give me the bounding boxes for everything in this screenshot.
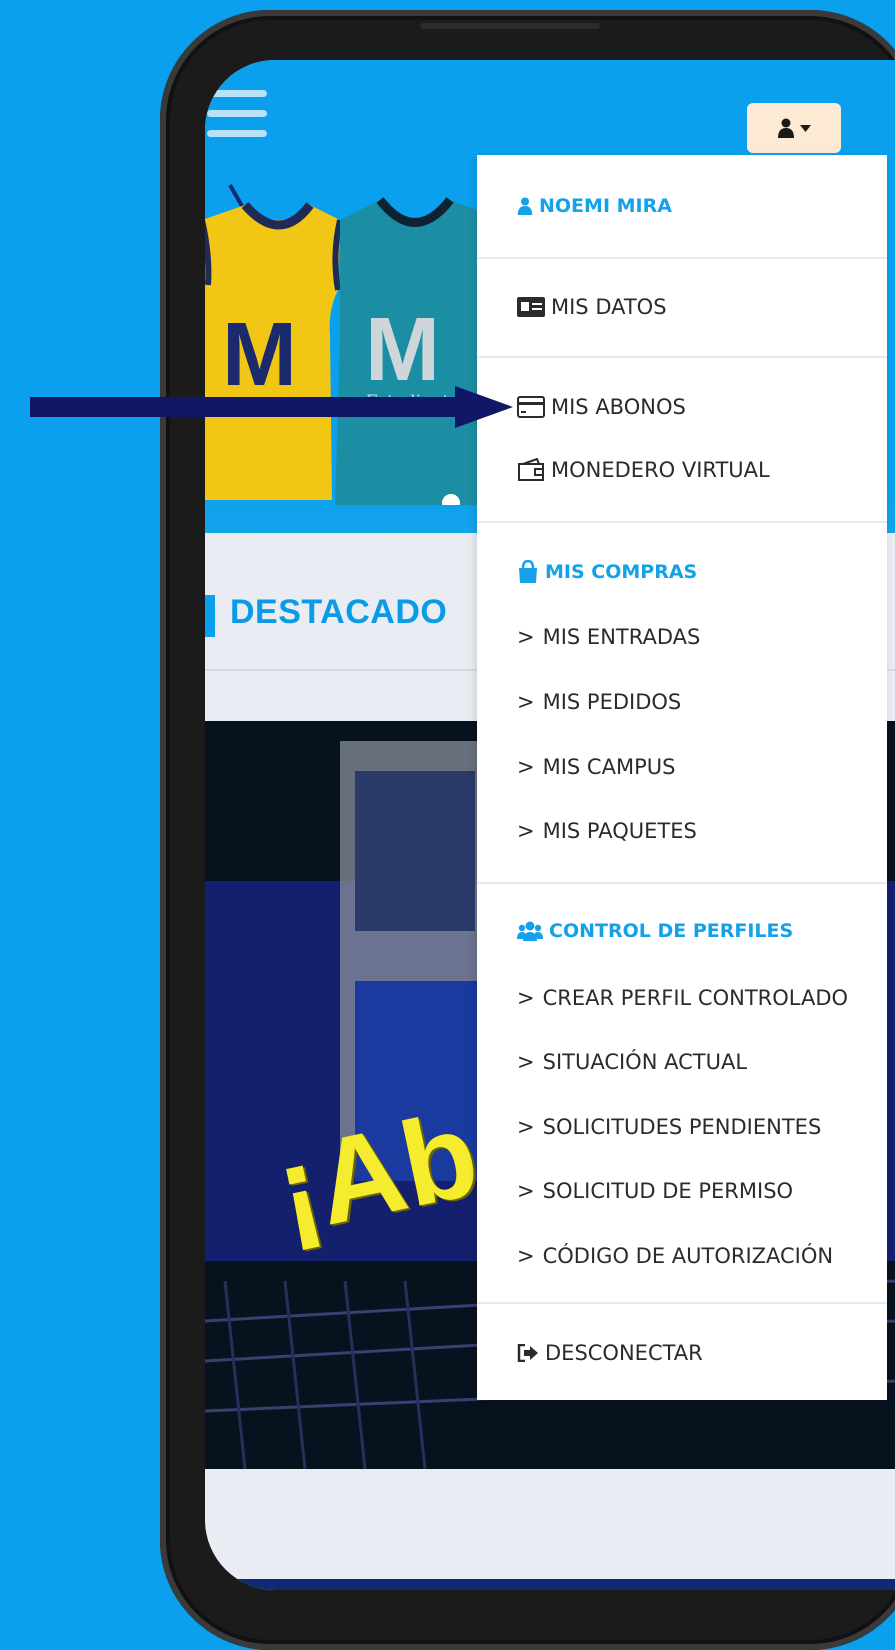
control-perfiles-label: CONTROL DE PERFILES [549, 920, 794, 942]
menu-item-mis-paquetes[interactable]: > MIS PAQUETES [517, 819, 697, 843]
menu-user-header: NOEMI MIRA [517, 195, 672, 217]
caret-down-icon [799, 124, 811, 132]
hamburger-icon[interactable] [207, 90, 267, 146]
mis-compras-label: MIS COMPRAS [545, 561, 698, 583]
mis-datos-label: MIS DATOS [551, 295, 667, 319]
menu-item-mis-campus[interactable]: > MIS CAMPUS [517, 755, 675, 779]
solicitudes-pendientes-label: SOLICITUDES PENDIENTES [542, 1115, 822, 1139]
mis-entradas-label: MIS ENTRADAS [542, 625, 701, 649]
mis-pedidos-label: MIS PEDIDOS [542, 690, 682, 714]
section-accent [205, 595, 215, 637]
mis-paquetes-label: MIS PAQUETES [542, 819, 697, 843]
menu-item-solicitudes-pendientes[interactable]: > SOLICITUDES PENDIENTES [517, 1115, 821, 1139]
sign-out-icon [517, 1344, 538, 1362]
user-menu-button[interactable] [747, 103, 841, 153]
menu-item-codigo-autorizacion[interactable]: > CÓDIGO DE AUTORIZACIÓN [517, 1244, 833, 1268]
svg-text:M: M [365, 300, 440, 400]
menu-item-mis-pedidos[interactable]: > MIS PEDIDOS [517, 690, 681, 714]
chevron-right-icon: > [517, 1115, 535, 1139]
id-card-icon [517, 297, 545, 317]
user-dropdown-menu: NOEMI MIRA MIS DATOS MIS ABONOS MONEDERO… [477, 155, 887, 1400]
section-title: DESTACADO [230, 593, 448, 631]
user-icon [777, 118, 794, 138]
menu-item-situacion-actual[interactable]: > SITUACIÓN ACTUAL [517, 1050, 747, 1074]
menu-item-desconectar[interactable]: DESCONECTAR [517, 1341, 703, 1365]
users-icon [517, 921, 543, 941]
user-icon [517, 197, 533, 215]
monedero-virtual-label: MONEDERO VIRTUAL [551, 458, 770, 482]
jerseys-image: M Estudiantes M Estudiantes [205, 184, 500, 505]
situacion-actual-label: SITUACIÓN ACTUAL [542, 1050, 748, 1074]
menu-item-monedero-virtual[interactable]: MONEDERO VIRTUAL [517, 458, 770, 482]
chevron-right-icon: > [517, 1244, 535, 1268]
mis-abonos-label: MIS ABONOS [551, 395, 686, 419]
chevron-right-icon: > [517, 690, 535, 714]
shopping-bag-icon [519, 560, 537, 583]
menu-item-mis-entradas[interactable]: > MIS ENTRADAS [517, 625, 700, 649]
chevron-right-icon: > [517, 1179, 535, 1203]
menu-item-mis-abonos[interactable]: MIS ABONOS [517, 395, 686, 419]
wallet-icon [518, 458, 544, 481]
chevron-right-icon: > [517, 1050, 535, 1074]
chevron-right-icon: > [517, 986, 535, 1010]
solicitud-permiso-label: SOLICITUD DE PERMISO [542, 1179, 794, 1203]
credit-card-icon [517, 396, 545, 418]
codigo-autorizacion-label: CÓDIGO DE AUTORIZACIÓN [542, 1244, 834, 1268]
user-name: NOEMI MIRA [539, 195, 672, 217]
mis-campus-label: MIS CAMPUS [542, 755, 676, 779]
pointer-arrow-head [455, 386, 513, 428]
menu-item-mis-datos[interactable]: MIS DATOS [517, 295, 667, 319]
phone-speaker [420, 23, 600, 29]
menu-section-mis-compras: MIS COMPRAS [517, 560, 697, 584]
menu-item-crear-perfil[interactable]: > CREAR PERFIL CONTROLADO [517, 986, 848, 1010]
menu-section-control-perfiles: CONTROL DE PERFILES [517, 920, 793, 942]
chevron-right-icon: > [517, 625, 535, 649]
svg-text:M: M [222, 305, 297, 405]
bottom-strip [205, 1579, 895, 1590]
desconectar-label: DESCONECTAR [545, 1341, 703, 1365]
chevron-right-icon: > [517, 819, 535, 843]
pointer-arrow [30, 397, 482, 417]
crear-perfil-label: CREAR PERFIL CONTROLADO [542, 986, 849, 1010]
menu-item-solicitud-permiso[interactable]: > SOLICITUD DE PERMISO [517, 1179, 793, 1203]
chevron-right-icon: > [517, 755, 535, 779]
